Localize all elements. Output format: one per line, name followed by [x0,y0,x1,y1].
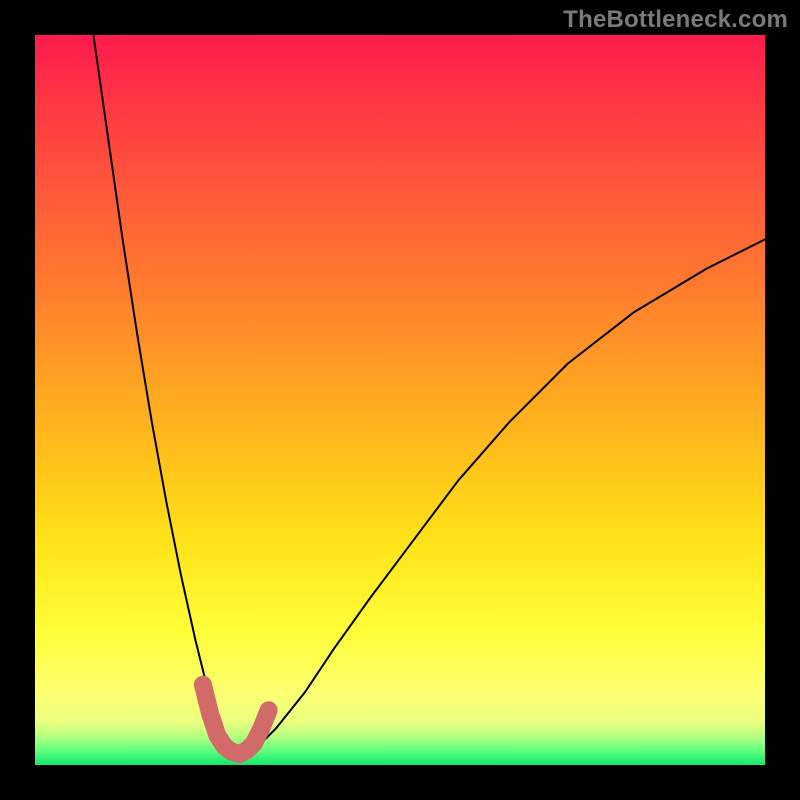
watermark-text: TheBottleneck.com [563,6,788,34]
plot-area [35,35,765,765]
chart-frame: TheBottleneck.com [0,0,800,800]
